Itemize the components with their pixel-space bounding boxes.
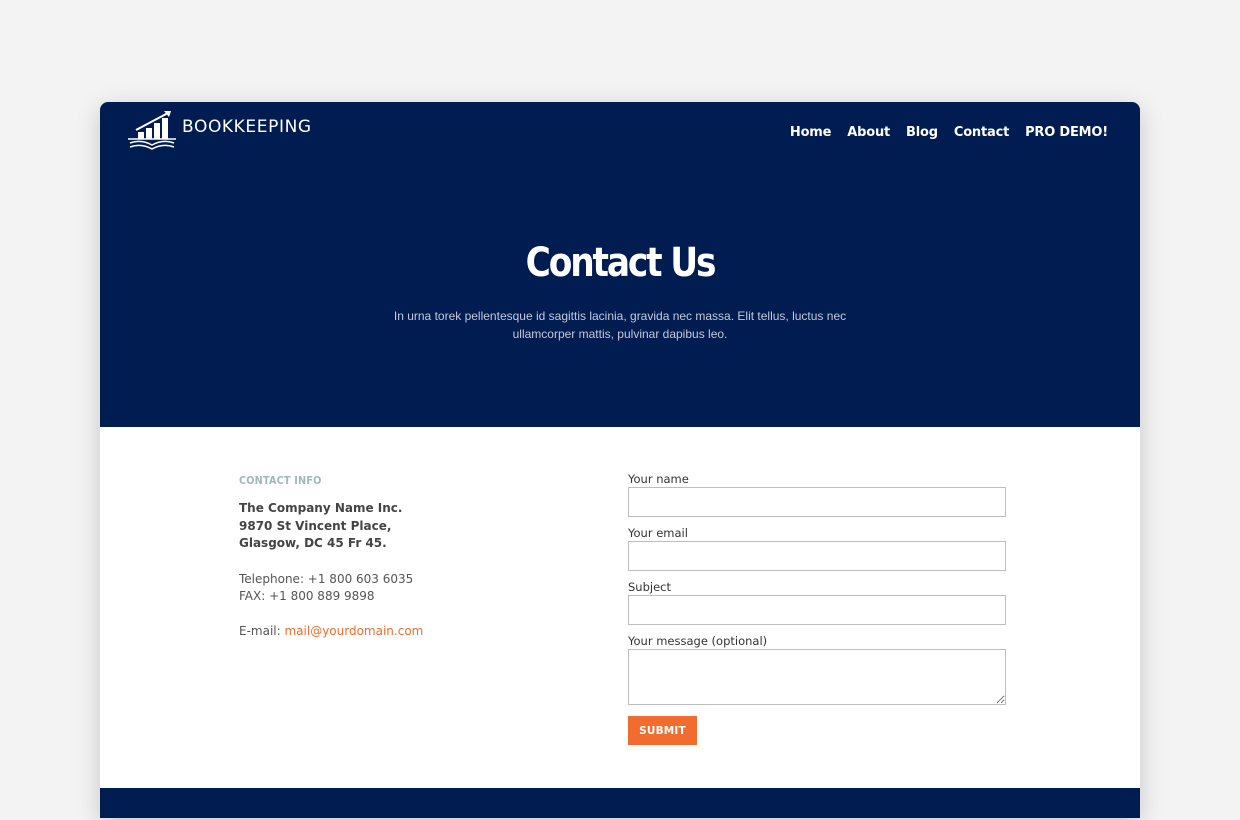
nav-contact[interactable]: Contact [954,125,1009,140]
name-field[interactable] [628,487,1006,517]
logo[interactable]: BOOKKEEPING [126,108,312,152]
contact-info: CONTACT INFO The Company Name Inc. 9870 … [239,474,539,640]
contact-info-heading: CONTACT INFO [239,474,322,487]
email-link[interactable]: mail@yourdomain.com [284,624,423,638]
nav-pro-demo[interactable]: PRO DEMO! [1025,125,1108,140]
name-label: Your name [628,472,689,486]
message-label: Your message (optional) [628,634,768,648]
page-subtitle: In urna torek pellentesque id sagittis l… [393,309,847,341]
logo-text: BOOKKEEPING [182,117,312,137]
chart-book-icon [128,111,176,150]
hero-section: BOOKKEEPING Home About Blog Contact PRO … [100,102,1140,427]
main-nav: Home About Blog Contact PRO DEMO! [790,125,1108,140]
email-line: E-mail: mail@yourdomain.com [239,623,539,640]
nav-about[interactable]: About [847,125,890,140]
page-window: BOOKKEEPING Home About Blog Contact PRO … [100,102,1140,818]
nav-home[interactable]: Home [790,125,832,140]
address-line: The Company Name Inc. [239,501,403,515]
address-line: Glasgow, DC 45 Fr 45. [239,536,387,550]
message-field[interactable] [628,649,1006,705]
page-title: Contact Us [525,240,717,286]
address-line: 9870 St Vincent Place, [239,518,392,533]
subject-field[interactable] [628,595,1006,625]
footer [100,788,1140,818]
contact-form: Your name Your email Subject Your messag… [628,472,1006,745]
company-address: The Company Name Inc. 9870 St Vincent Pl… [239,500,539,553]
nav-blog[interactable]: Blog [906,125,938,140]
fax: FAX: +1 800 889 9898 [239,588,375,603]
submit-button[interactable]: SUBMIT [628,716,697,745]
telephone: Telephone: +1 800 603 6035 [239,571,414,586]
email-label: E-mail: [239,623,285,638]
email-field[interactable] [628,541,1006,571]
email-label: Your email [628,526,688,540]
subject-label: Subject [628,580,671,594]
